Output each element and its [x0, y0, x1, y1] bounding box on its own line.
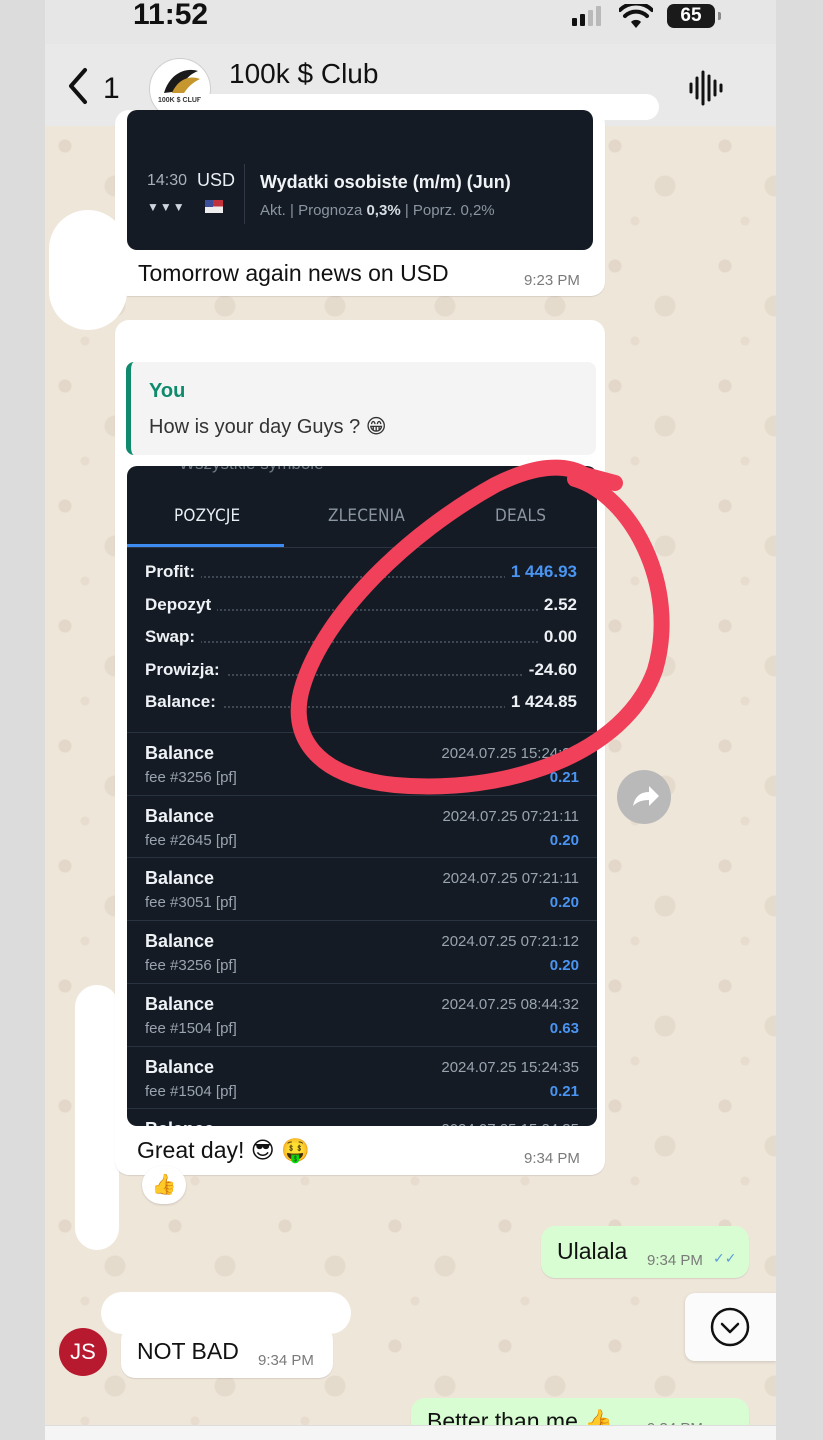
deal-row[interactable]: Balance 2024.07.25 15:24:35	[127, 1108, 597, 1126]
impact-icon: ▼▼▼	[147, 200, 186, 214]
read-receipt-icon: ✓✓	[713, 1250, 737, 1266]
summary-label: Balance:	[145, 692, 222, 712]
economic-calendar-card: 14:30 USD ▼▼▼ Wydatki osobiste (m/m) (Ju…	[127, 110, 593, 250]
deal-timestamp: 2024.07.25 15:24:35	[441, 1058, 579, 1076]
deal-comment: fee #1504 [pf]	[145, 1019, 237, 1037]
summary-label: Profit:	[145, 562, 202, 582]
summary-value: 1 424.85	[504, 692, 577, 712]
deal-comment: fee #3256 [pf]	[145, 957, 237, 975]
divider	[244, 164, 245, 224]
deal-amount: 0.63	[549, 1019, 579, 1037]
summary-value: 1 446.93	[504, 562, 577, 582]
deal-row[interactable]: Balance fee #3256 [pf] 2024.07.25 07:21:12…	[127, 920, 597, 982]
deal-comment: fee #2645 [pf]	[145, 831, 237, 849]
summary-label: Depozyt	[145, 594, 218, 615]
deal-timestamp: 2024.07.25 15:24:35	[441, 1121, 579, 1126]
voice-waveform-icon[interactable]	[687, 68, 723, 108]
forecast-label: Prognoza	[298, 202, 363, 219]
summary-label: Prowizja:	[145, 659, 226, 680]
deal-comment: fee #3256 [pf]	[145, 769, 237, 786]
deal-type: Balance	[145, 743, 215, 763]
message-time: 9:34 PM	[258, 1352, 314, 1369]
deal-type: Balance	[145, 1119, 214, 1126]
message-text: Ulalala	[557, 1238, 628, 1264]
deal-type: Balance	[145, 931, 215, 952]
wifi-icon	[619, 4, 653, 28]
deal-amount: 0.21	[549, 1082, 579, 1100]
deal-comment: fee #3051 [pf]	[145, 894, 237, 912]
event-time: 14:30	[147, 172, 188, 189]
deal-row[interactable]: Balance fee #3051 [pf] 2024.07.25 07:21:11…	[127, 857, 597, 919]
avatar-label: 100K $ CLUB	[158, 97, 202, 104]
summary-value: 0.00	[537, 627, 577, 647]
forward-button[interactable]	[617, 770, 671, 824]
message-bubble-outgoing[interactable]: Ulalala 9:34 PM ✓✓	[541, 1226, 749, 1278]
deal-timestamp: 2024.07.25 07:21:12	[441, 933, 579, 951]
share-forward-icon	[633, 786, 659, 806]
redacted-sender	[75, 985, 119, 1250]
message-text: Great day! 😎 🤑	[137, 1137, 310, 1163]
status-time: 11:52	[133, 0, 209, 31]
deal-amount: 0.20	[549, 831, 579, 849]
message-text: Tomorrow again news on USD	[138, 260, 449, 286]
forecast-value: 0,3%	[366, 202, 401, 219]
chevron-down-icon	[710, 1307, 750, 1347]
message-text: NOT BAD	[137, 1338, 239, 1364]
chat-title[interactable]: 100k $ Club	[229, 58, 378, 90]
previous-label: Poprz.	[412, 202, 457, 219]
actual-label: Akt.	[260, 202, 286, 219]
scroll-to-bottom-button[interactable]	[685, 1293, 776, 1361]
summary-label: Swap:	[145, 627, 202, 647]
summary-value: -24.60	[522, 659, 577, 680]
redacted-sender	[49, 210, 127, 330]
event-details: Akt. | Prognoza 0,3% | Poprz. 0,2%	[260, 202, 495, 219]
us-flag-icon	[205, 200, 223, 213]
deal-amount: 0.20	[549, 957, 579, 975]
event-title: Wydatki osobiste (m/m) (Jun)	[260, 172, 511, 192]
battery-indicator: 65	[667, 4, 721, 28]
deal-timestamp: 2024.07.25 07:21:11	[442, 870, 579, 888]
message-time: 9:23 PM	[524, 272, 580, 289]
sender-avatar[interactable]: JS	[59, 1328, 107, 1376]
previous-value: 0,2%	[460, 202, 495, 219]
chat-screen: 11:52 65 1 100K $ CLUB 100k $ Club 14:30…	[45, 0, 776, 1440]
quote-author: You	[149, 380, 186, 402]
red-circle-annotation	[290, 459, 670, 795]
deal-row[interactable]: Balance fee #1504 [pf] 2024.07.25 15:24:35…	[127, 1045, 597, 1108]
deal-type: Balance	[145, 868, 215, 889]
message-bubble[interactable]: NOT BAD 9:34 PM	[121, 1326, 333, 1378]
signal-icon	[572, 6, 601, 26]
tab-pozycje[interactable]: POZYCJE	[174, 506, 240, 526]
deal-timestamp: 2024.07.25 08:44:32	[441, 995, 579, 1013]
quote-text: How is your day Guys ? 😁	[149, 416, 387, 438]
message-time: 9:34 PM	[647, 1252, 703, 1269]
deal-amount: 0.20	[549, 894, 579, 912]
unread-count[interactable]: 1	[103, 72, 120, 106]
composer-bar	[45, 1425, 776, 1440]
message-time: 9:34 PM	[524, 1150, 580, 1167]
summary-value: 2.52	[537, 594, 577, 615]
deal-type: Balance	[145, 805, 215, 826]
status-bar: 11:52 65	[45, 0, 776, 44]
deal-row[interactable]: Balance fee #1504 [pf] 2024.07.25 08:44:32…	[127, 982, 597, 1045]
deal-comment: fee #1504 [pf]	[145, 1082, 237, 1100]
deal-type: Balance	[145, 1056, 215, 1077]
event-currency: USD	[197, 170, 236, 190]
message-bubble[interactable]: 14:30 USD ▼▼▼ Wydatki osobiste (m/m) (Ju…	[115, 110, 605, 296]
back-chevron-icon[interactable]	[63, 66, 93, 106]
quoted-message[interactable]: You How is your day Guys ? 😁	[126, 362, 596, 455]
reaction-badge[interactable]: 👍	[142, 1166, 186, 1204]
deal-type: Balance	[145, 993, 215, 1014]
